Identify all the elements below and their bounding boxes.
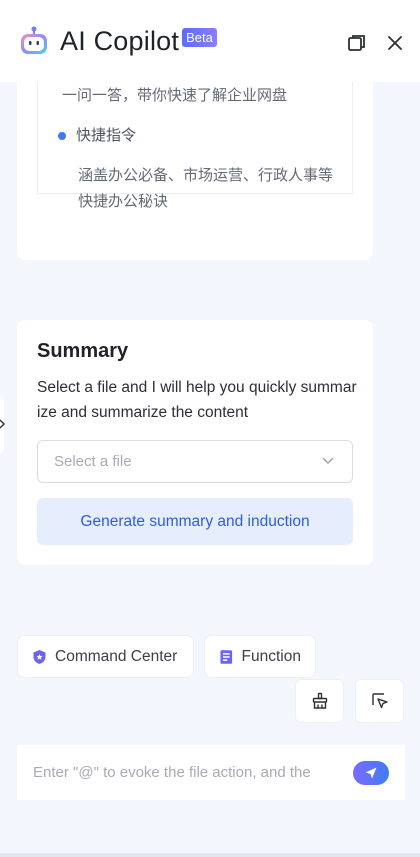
document-icon	[220, 649, 233, 664]
broom-icon	[312, 692, 327, 709]
shortcut-commands-desc: 涵盖办公必备、市场运营、行政人事等快捷办公秘诀	[78, 167, 334, 210]
command-center-label: Command Center	[55, 647, 178, 665]
summary-title: Summary	[37, 340, 129, 362]
file-select-placeholder: Select a file	[54, 453, 132, 470]
shortcut-commands-label: 快捷指令	[76, 127, 137, 144]
send-icon	[365, 767, 377, 779]
summary-card: Summary Select a file and I will help yo…	[17, 320, 373, 565]
chevron-right-icon[interactable]	[0, 418, 6, 430]
beta-badge: Beta	[182, 27, 217, 47]
header: AI Copilot Beta	[0, 0, 420, 82]
function-label: Function	[241, 647, 301, 665]
file-select-dropdown[interactable]: Select a file	[37, 440, 353, 483]
summary-description: Select a file and I will help you quickl…	[37, 379, 357, 421]
intro-line: 一问一答，带你快速了解企业网盘	[62, 87, 288, 104]
app-title: AI Copilot	[60, 25, 180, 56]
clear-button[interactable]	[295, 679, 344, 723]
cursor-select-icon	[371, 693, 388, 709]
function-button[interactable]: Function	[204, 635, 316, 678]
chat-input-bar	[17, 745, 405, 800]
generate-summary-button[interactable]: Generate summary and induction	[37, 498, 353, 545]
copy-window-icon[interactable]	[346, 32, 368, 54]
bottom-divider	[0, 853, 420, 857]
send-button[interactable]	[353, 761, 389, 785]
chat-input[interactable]	[33, 764, 343, 781]
command-center-button[interactable]: Command Center	[17, 635, 194, 678]
robot-icon	[21, 26, 47, 54]
shield-icon	[33, 649, 46, 664]
bullet-dot	[58, 132, 66, 140]
chevron-down-icon	[322, 457, 334, 464]
select-element-button[interactable]	[355, 679, 404, 723]
close-icon[interactable]	[384, 32, 406, 54]
